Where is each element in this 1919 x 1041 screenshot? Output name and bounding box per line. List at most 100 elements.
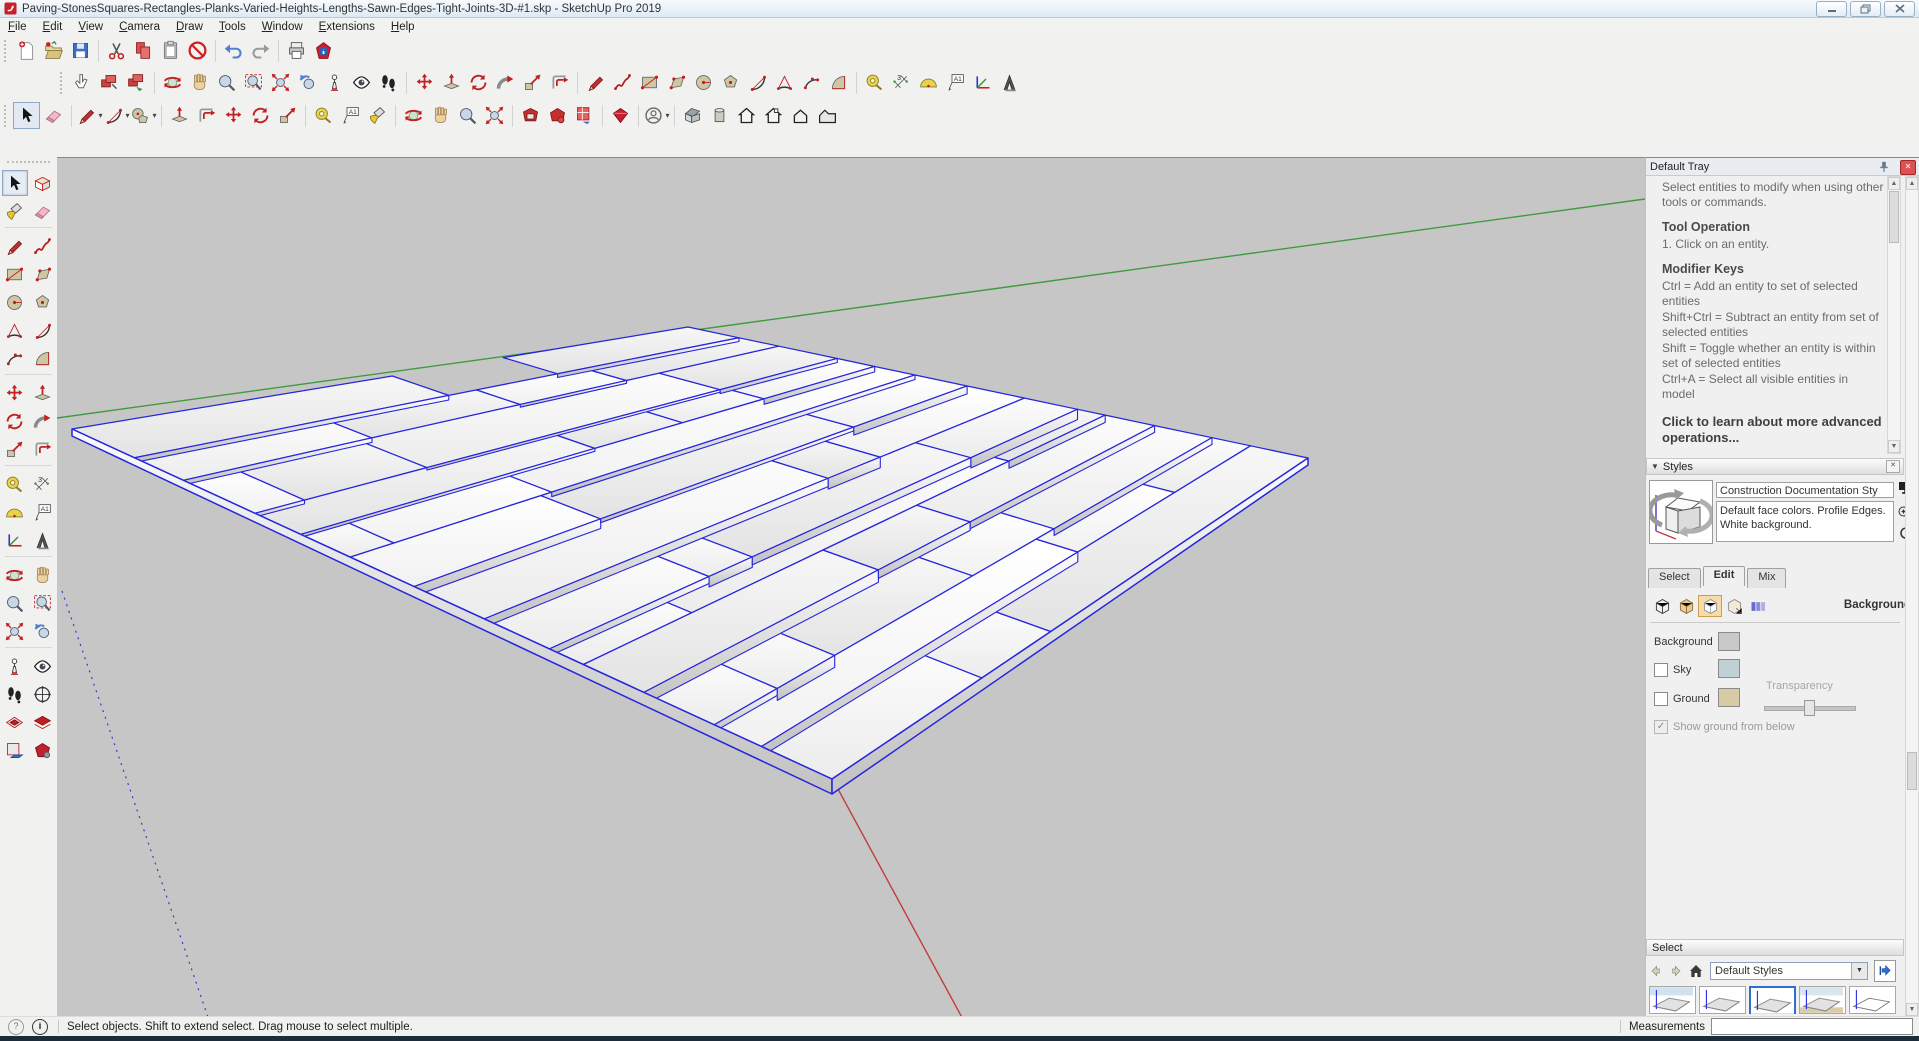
iso-view-button[interactable] xyxy=(679,102,706,129)
select-pane-header[interactable]: Select xyxy=(1646,939,1904,956)
circle-tool-button[interactable] xyxy=(690,69,717,96)
zoom-previous-button[interactable] xyxy=(30,618,56,644)
transparency-slider-thumb[interactable] xyxy=(1804,700,1815,716)
copy-button[interactable] xyxy=(130,37,157,64)
select-button[interactable] xyxy=(1,170,28,196)
paste-button[interactable] xyxy=(157,37,184,64)
modeling-viewport[interactable] xyxy=(56,157,1646,1024)
scrollbar-thumb[interactable] xyxy=(1907,752,1917,790)
zoom-button[interactable] xyxy=(454,102,481,129)
geolocation-icon[interactable]: ? xyxy=(8,1018,24,1035)
style-thumbnail-1[interactable] xyxy=(1649,986,1696,1014)
save-button[interactable] xyxy=(67,37,94,64)
styles-collection-dropdown[interactable]: Default Styles ▼ xyxy=(1710,962,1868,980)
orbit-button[interactable] xyxy=(2,562,28,588)
instructor-more-link[interactable]: Click to learn about more advanced opera… xyxy=(1662,414,1884,446)
style-thumbnail-2[interactable] xyxy=(1699,986,1746,1014)
hand-tool-button[interactable] xyxy=(69,69,96,96)
extension-warehouse-button[interactable] xyxy=(544,102,571,129)
nav-forward-button[interactable] xyxy=(1666,962,1686,980)
3d-warehouse-button[interactable] xyxy=(517,102,544,129)
style-thumbnail-3[interactable] xyxy=(1749,986,1796,1014)
tab-edit[interactable]: Edit xyxy=(1702,566,1746,586)
toolbar-grip[interactable] xyxy=(60,71,65,94)
style-thumbnail[interactable] xyxy=(1649,480,1713,544)
section-outline-button[interactable] xyxy=(30,737,56,763)
rectangle-button[interactable] xyxy=(2,261,28,287)
rotate-button[interactable] xyxy=(465,69,492,96)
three-point-arc-button[interactable] xyxy=(2,345,28,371)
text-button[interactable]: A1 xyxy=(30,499,56,525)
tape-measure-button[interactable] xyxy=(310,102,337,129)
shapes-button[interactable]: ▾ xyxy=(130,102,157,129)
line-button[interactable]: ▾ xyxy=(76,102,103,129)
protractor-button[interactable] xyxy=(915,69,942,96)
look-around-button[interactable] xyxy=(348,69,375,96)
menu-camera[interactable]: Camera xyxy=(111,20,168,34)
axes-button[interactable] xyxy=(969,69,996,96)
freehand-button[interactable] xyxy=(609,69,636,96)
axes-button[interactable] xyxy=(2,527,28,553)
arc-button[interactable] xyxy=(744,69,771,96)
dimension-button[interactable]: 3 xyxy=(30,471,56,497)
eraser-pink-button[interactable] xyxy=(40,102,67,129)
pan-button[interactable] xyxy=(30,562,56,588)
cut-button[interactable] xyxy=(103,37,130,64)
face-style-button[interactable] xyxy=(1674,595,1698,617)
polygon-button[interactable] xyxy=(717,69,744,96)
style-thumbnail-4[interactable] xyxy=(1799,986,1846,1014)
background-style-button[interactable] xyxy=(1698,595,1722,617)
eraser-pink-button[interactable] xyxy=(30,198,56,224)
stack-tool-button[interactable] xyxy=(96,69,123,96)
redo-button[interactable] xyxy=(247,37,274,64)
tray-close-button[interactable]: ✕ xyxy=(1900,160,1916,175)
section-cut-button[interactable] xyxy=(30,709,56,735)
make-component-button[interactable] xyxy=(30,170,56,196)
dropdown-arrow-icon[interactable]: ▾ xyxy=(125,111,129,120)
two-point-arc-button[interactable] xyxy=(771,69,798,96)
model-info-button[interactable] xyxy=(310,37,337,64)
walk-button[interactable] xyxy=(375,69,402,96)
sky-color-swatch[interactable] xyxy=(1718,659,1740,678)
details-button[interactable] xyxy=(1874,960,1896,982)
measurements-input[interactable] xyxy=(1711,1018,1913,1035)
paint-bucket-button[interactable] xyxy=(2,198,28,224)
tape-measure-button[interactable] xyxy=(2,471,28,497)
extension-manager-button[interactable] xyxy=(607,102,634,129)
scroll-down-icon[interactable]: ▼ xyxy=(1906,1003,1918,1016)
toolbar-grip[interactable] xyxy=(7,161,50,165)
instructor-scrollbar[interactable]: ▲ ▼ xyxy=(1887,176,1901,454)
position-camera-button[interactable] xyxy=(321,69,348,96)
offset-button[interactable] xyxy=(193,102,220,129)
box-view-button[interactable] xyxy=(706,102,733,129)
orbit-button[interactable] xyxy=(400,102,427,129)
dropdown-arrow-icon[interactable]: ▼ xyxy=(1851,963,1867,979)
modeling-style-button[interactable] xyxy=(1746,595,1770,617)
circle-tool-button[interactable] xyxy=(2,289,28,315)
3d-text-button[interactable] xyxy=(30,527,56,553)
close-button[interactable] xyxy=(1884,0,1915,17)
scroll-up-icon[interactable]: ▲ xyxy=(1888,177,1900,190)
dropdown-arrow-icon[interactable]: ▾ xyxy=(665,111,669,120)
push-pull-button[interactable] xyxy=(438,69,465,96)
zoom-extents-button[interactable] xyxy=(2,618,28,644)
follow-me-button[interactable] xyxy=(492,69,519,96)
offset-button[interactable] xyxy=(30,436,56,462)
scale-button[interactable] xyxy=(2,436,28,462)
minimize-button[interactable] xyxy=(1816,0,1847,17)
tab-select[interactable]: Select xyxy=(1648,568,1701,588)
arc-button[interactable] xyxy=(30,317,56,343)
print-button[interactable] xyxy=(283,37,310,64)
scale-button[interactable] xyxy=(274,102,301,129)
tape-measure-button[interactable] xyxy=(861,69,888,96)
walk-button[interactable] xyxy=(2,681,28,707)
freehand-button[interactable] xyxy=(30,233,56,259)
toolbar-grip[interactable] xyxy=(4,39,9,62)
zoom-extents-button[interactable] xyxy=(481,102,508,129)
collapse-triangle-icon[interactable]: ▼ xyxy=(1651,462,1659,471)
show-ground-checkbox[interactable]: ✓ xyxy=(1654,720,1668,734)
scroll-down-icon[interactable]: ▼ xyxy=(1888,440,1900,453)
menu-draw[interactable]: Draw xyxy=(168,20,211,34)
section-fill-button[interactable] xyxy=(2,737,28,763)
toolbar-grip[interactable] xyxy=(4,104,9,127)
